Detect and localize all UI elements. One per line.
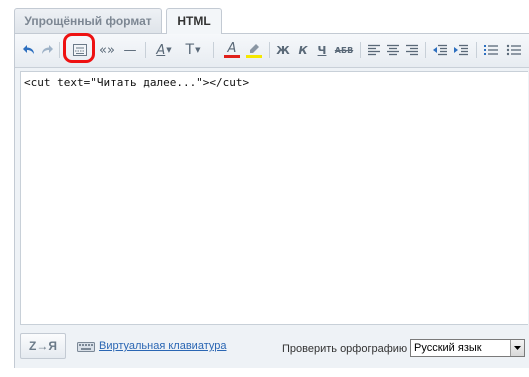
toolbar-separator xyxy=(269,42,270,58)
chevron-down-icon: ▼ xyxy=(166,46,172,54)
spellcheck-label: Проверить орфографию xyxy=(282,343,408,355)
align-right-icon[interactable] xyxy=(404,40,420,60)
italic-icon[interactable]: К xyxy=(295,40,311,60)
editor-statusbar: Z→Я Виртуальная клавиатура Проверить орф… xyxy=(15,328,529,368)
ordered-list-icon[interactable] xyxy=(482,40,500,60)
editor-tabs: Упрощённый формат HTML xyxy=(14,8,529,34)
toolbar-separator xyxy=(59,42,60,58)
toolbar-separator xyxy=(213,42,214,58)
font-style-dropdown[interactable]: A ▼ xyxy=(153,40,175,60)
font-style-icon: A xyxy=(156,42,166,58)
spellcheck-language-select[interactable]: Русский язык xyxy=(410,339,525,357)
tab-simple-format[interactable]: Упрощённый формат xyxy=(14,8,162,33)
highlight-bar xyxy=(246,54,262,58)
toolbar-separator xyxy=(360,42,361,58)
dash-icon[interactable]: — xyxy=(121,40,139,60)
toolbar-separator xyxy=(476,42,477,58)
keyboard-icon xyxy=(77,342,95,352)
text-color-icon: A xyxy=(227,41,237,56)
unordered-list-icon[interactable] xyxy=(505,40,523,60)
quotes-icon[interactable]: «» xyxy=(97,40,117,60)
toolbar-separator xyxy=(425,42,426,58)
tab-html[interactable]: HTML xyxy=(166,8,222,34)
highlight-icon xyxy=(250,43,259,53)
bold-icon[interactable]: Ж xyxy=(275,40,291,60)
toolbar-separator xyxy=(145,42,146,58)
transliteration-button[interactable]: Z→Я xyxy=(20,333,66,359)
cut-tag-icon[interactable] xyxy=(70,40,90,60)
virtual-keyboard-link[interactable]: Виртуальная клавиатура xyxy=(99,340,226,352)
font-size-dropdown[interactable]: T ▼ xyxy=(181,40,205,60)
text-color-button[interactable]: A xyxy=(223,40,241,60)
strikethrough-icon[interactable]: АБВ xyxy=(333,40,355,60)
text-color-bar xyxy=(224,55,240,58)
html-source-textarea[interactable]: <cut text="Читать далее..."></cut> xyxy=(20,71,528,325)
outdent-icon[interactable] xyxy=(431,40,449,60)
redo-icon[interactable] xyxy=(39,40,55,60)
undo-icon[interactable] xyxy=(21,40,37,60)
align-left-icon[interactable] xyxy=(366,40,382,60)
align-center-icon[interactable] xyxy=(385,40,401,60)
spellcheck-language-value: Русский язык xyxy=(414,342,482,354)
chevron-down-icon[interactable] xyxy=(510,340,524,356)
chevron-down-icon: ▼ xyxy=(195,46,201,54)
underline-icon[interactable]: Ч xyxy=(314,40,330,60)
indent-icon[interactable] xyxy=(452,40,470,60)
highlight-button[interactable] xyxy=(245,40,263,60)
editor-frame: «» — A ▼ T ▼ A Ж К Ч АБВ <cut text="Чита… xyxy=(14,33,529,368)
font-size-icon: T xyxy=(185,42,195,58)
toolbar: «» — A ▼ T ▼ A Ж К Ч АБВ xyxy=(15,33,529,68)
